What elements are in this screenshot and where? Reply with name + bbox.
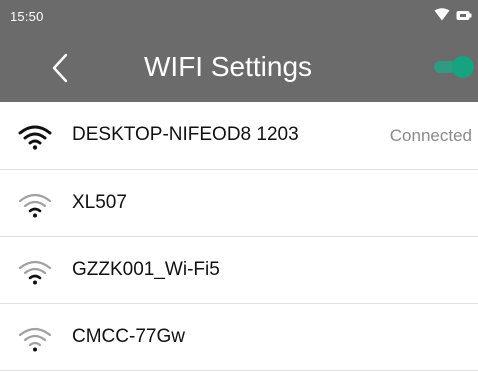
wifi-weak-icon — [18, 326, 52, 352]
page-title: WIFI Settings — [144, 51, 313, 82]
wifi-strong-icon — [18, 124, 52, 150]
wifi-network-item[interactable]: CMCC-77Gw — [0, 304, 478, 371]
wifi-toggle[interactable] — [434, 56, 478, 78]
wifi-connection-status: Connected — [389, 126, 472, 145]
wifi-network-name: DESKTOP-NIFEOD8 1203 — [72, 124, 299, 145]
wifi-network-item[interactable]: GZZK001_Wi-Fi5 — [0, 237, 478, 304]
wifi-weak-icon — [18, 192, 52, 218]
wifi-network-list: DESKTOP-NIFEOD8 1203 Connected XL507 GZZ… — [0, 102, 478, 371]
wifi-network-name: CMCC-77Gw — [72, 326, 185, 347]
wifi-network-item[interactable]: DESKTOP-NIFEOD8 1203 Connected — [0, 102, 478, 170]
back-button[interactable] — [40, 48, 80, 88]
app-bar: WIFI Settings — [0, 34, 478, 102]
wifi-network-item[interactable]: XL507 — [0, 170, 478, 237]
battery-icon — [456, 8, 472, 26]
wifi-network-name: GZZK001_Wi-Fi5 — [72, 259, 220, 280]
wifi-weak-icon — [18, 259, 52, 285]
status-time: 15:50 — [10, 9, 44, 24]
chevron-left-icon — [52, 53, 68, 83]
toggle-knob — [452, 56, 474, 78]
wifi-icon — [434, 8, 450, 26]
status-bar: 15:50 — [0, 0, 478, 34]
wifi-network-name: XL507 — [72, 192, 127, 213]
status-icons — [434, 8, 472, 26]
